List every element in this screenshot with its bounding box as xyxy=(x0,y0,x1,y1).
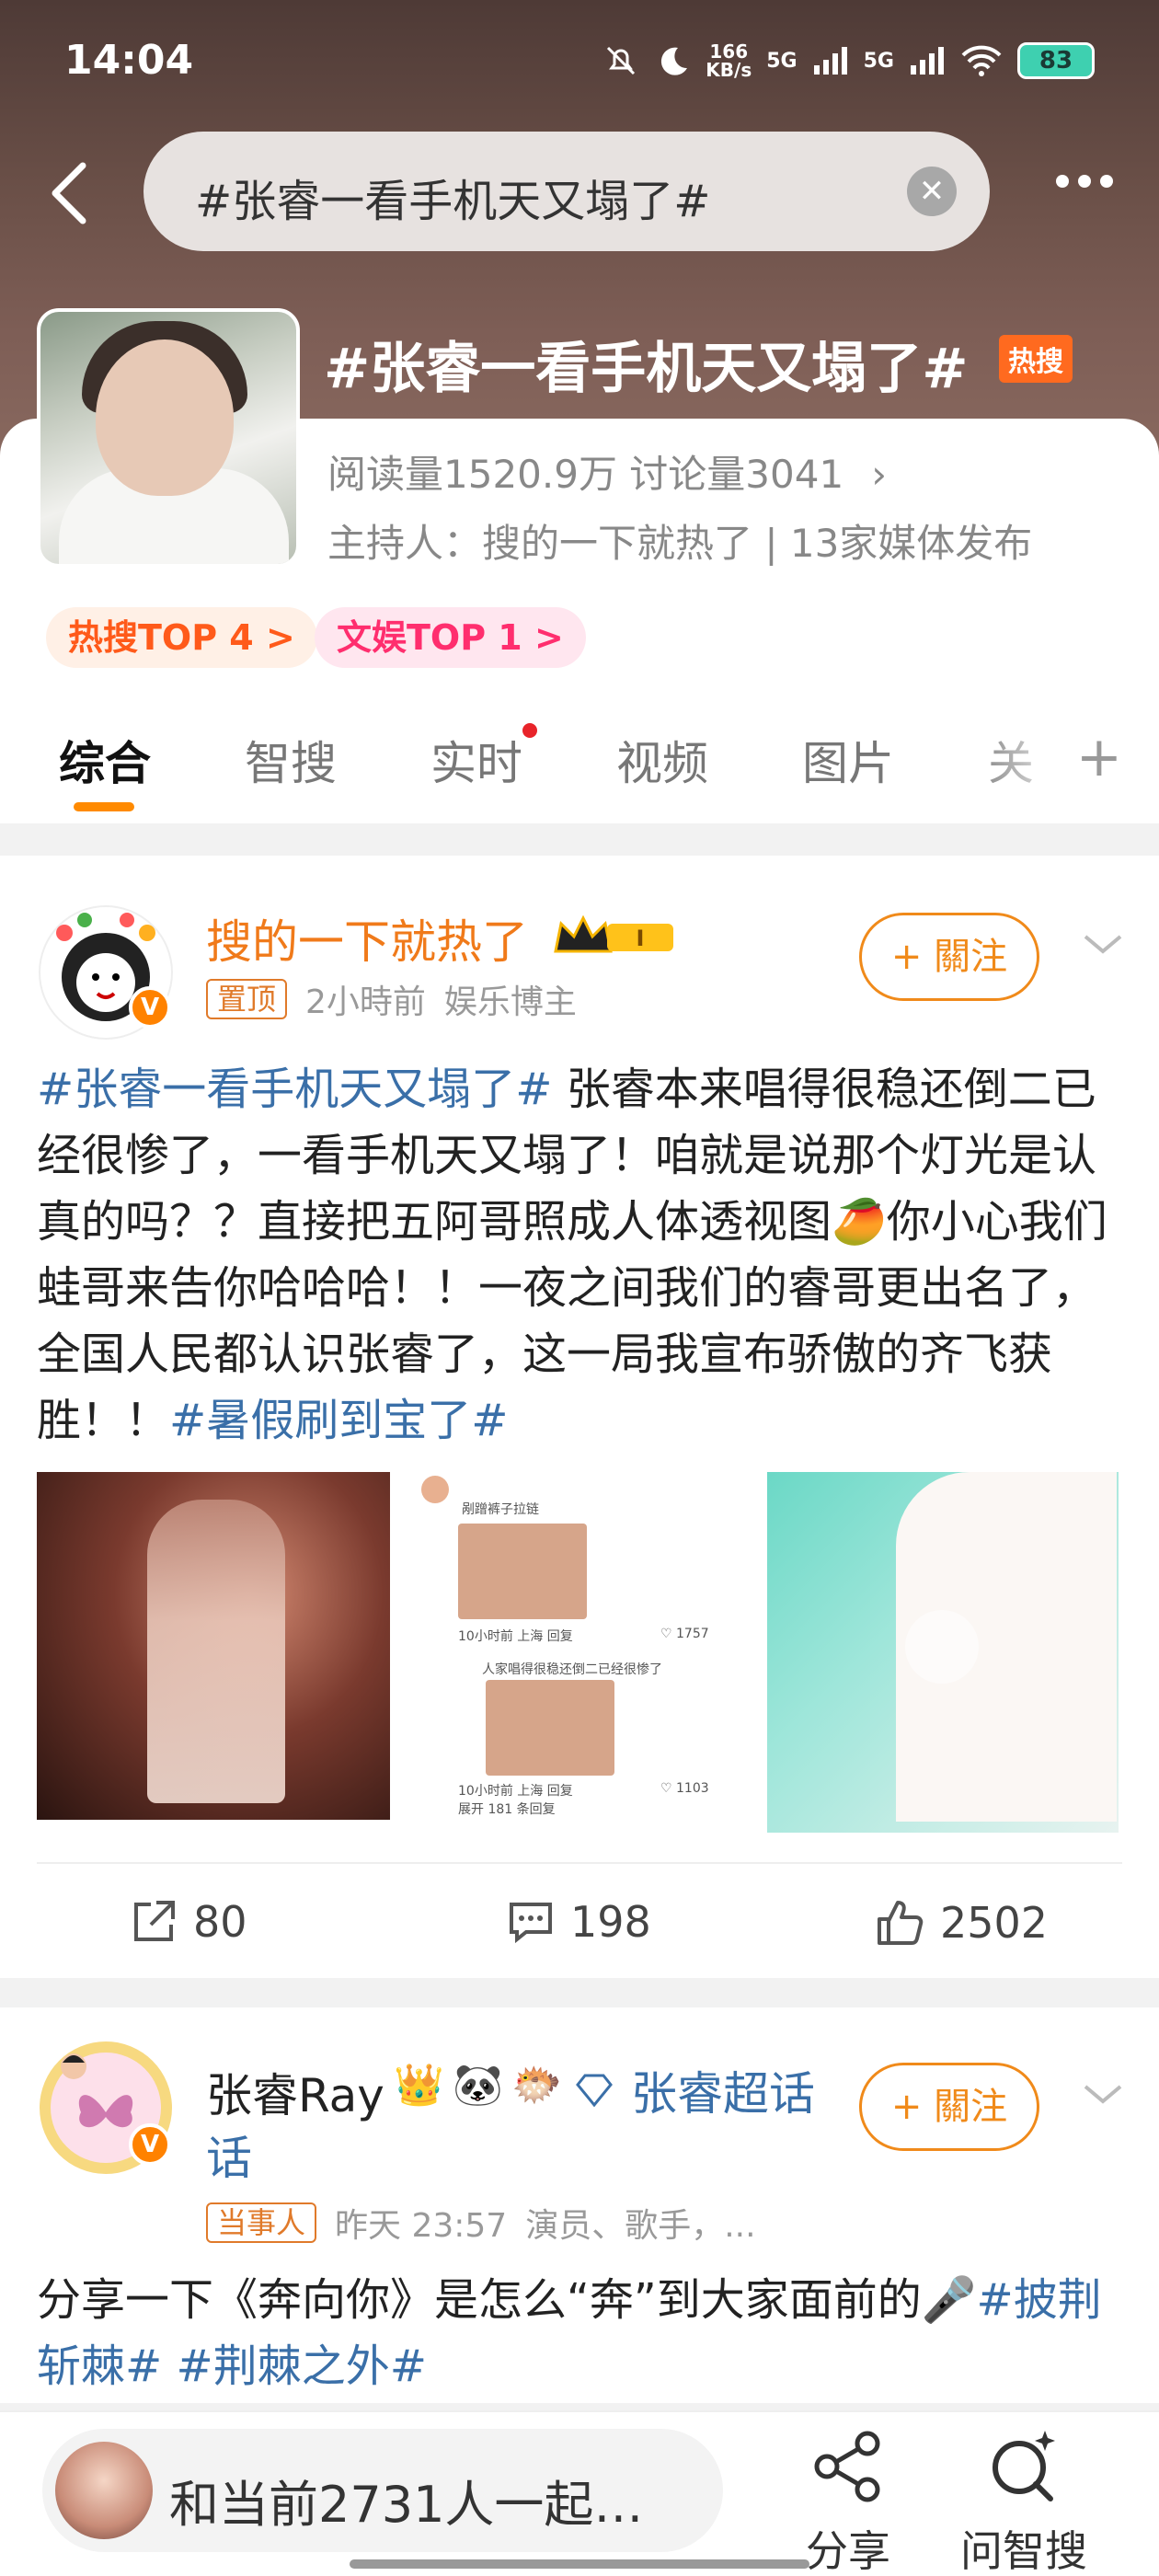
tab-images[interactable]: 图片 xyxy=(802,727,894,793)
super-topic-link[interactable]: 张睿超话 xyxy=(631,2057,815,2123)
more-icon[interactable] xyxy=(1056,175,1113,188)
post-image[interactable] xyxy=(37,1472,390,1820)
hashtag-link[interactable]: #张睿一看手机天又塌了# xyxy=(37,1064,552,1115)
chevron-down-icon[interactable] xyxy=(1080,920,1126,966)
moon-icon xyxy=(661,47,688,75)
fish-icon: 🐡 xyxy=(511,2062,562,2109)
hot-search-rank-chip[interactable]: 热搜TOP 4 > xyxy=(46,607,317,668)
new-dot xyxy=(522,723,537,738)
avatar xyxy=(55,2442,153,2539)
post-content: 分享一下《奔向你》是怎么“奔”到大家面前的🎤#披荆斩棘# #荆棘之外# xyxy=(37,2267,1122,2399)
net-speed: 166 KB/s xyxy=(706,40,752,81)
signal-5g-1: 5G xyxy=(766,49,798,73)
post-video[interactable] xyxy=(767,1472,1119,1833)
hot-badge: 热搜 xyxy=(999,335,1073,383)
add-tab-icon[interactable]: + xyxy=(1076,725,1122,789)
super-topic-link-wrap: 话 xyxy=(206,2132,252,2185)
post-card: V 搜的一下就热了 I 置顶 2小時前 娱乐博主 + 關注 #张睿一看手机天又塌… xyxy=(0,856,1159,1978)
signal-icon xyxy=(911,47,944,75)
share-nodes-icon xyxy=(814,2431,880,2502)
bottom-bar: 和当前2731人一起… 分享 问智搜 xyxy=(0,2410,1159,2576)
back-arrow-icon[interactable] xyxy=(42,156,98,230)
like-button[interactable]: 2502 xyxy=(874,1897,1048,1949)
post-meta: 当事人 昨天 23:57 演员、歌手，... xyxy=(206,2199,756,2247)
post-username[interactable]: 张睿Ray xyxy=(206,2059,384,2125)
vip-level-label: I xyxy=(637,926,645,951)
user-role: 娱乐博主 xyxy=(443,983,577,1021)
thumbs-up-icon xyxy=(878,1901,924,1945)
involved-party-tag: 当事人 xyxy=(206,2202,317,2243)
live-discussion-text: 和当前2731人一起… xyxy=(169,2476,644,2534)
search-bar[interactable]: #张睿一看手机天又塌了# ✕ xyxy=(143,132,990,251)
play-icon[interactable] xyxy=(905,1610,979,1684)
tab-general[interactable]: 综合 xyxy=(59,727,151,793)
wifi-icon xyxy=(961,45,1002,76)
hashtag-link[interactable]: #暑假刷到宝了# xyxy=(169,1395,508,1446)
share-icon xyxy=(134,1901,175,1941)
post-image-screenshot[interactable]: 剐蹭裤子拉链 10小时前 上海 回复 ♡ 1757 人家唱得很稳还倒二已经很惨了… xyxy=(421,1472,752,1820)
chevron-right-icon: › xyxy=(871,452,887,497)
tab-video[interactable]: 视频 xyxy=(616,727,708,793)
post-content: #张睿一看手机天又塌了# 张睿本来唱得很稳还倒二已经很惨了，一看手机天又塌了！咱… xyxy=(37,1056,1122,1454)
smart-search-icon xyxy=(993,2431,1055,2501)
verified-badge-icon: V xyxy=(129,2123,171,2166)
post-text: 分享一下《奔向你》是怎么“奔”到大家面前的🎤 xyxy=(37,2274,977,2326)
post-card: V 张睿Ray 👑 🐼 🐡 张睿超话 话 当事人 昨天 23:57 演员、歌手，… xyxy=(0,2007,1159,2403)
follow-button[interactable]: + 關注 xyxy=(859,2063,1039,2151)
signal-icon xyxy=(813,47,847,75)
crown-icon: 👑 xyxy=(394,2062,444,2109)
post-text: 张睿本来唱得很稳还倒二已经很惨了，一看手机天又塌了！咱就是说那个灯光是认真的吗？… xyxy=(37,1064,1107,1446)
post-actions: 80 198 2502 xyxy=(0,1868,1159,1978)
topic-stats[interactable]: 阅读量1520.9万 讨论量3041 › xyxy=(327,443,887,500)
topic-cover-image[interactable] xyxy=(37,308,300,568)
clear-icon[interactable]: ✕ xyxy=(907,167,957,216)
comment-button[interactable]: 198 xyxy=(506,1897,651,1947)
repost-button[interactable]: 80 xyxy=(129,1897,247,1947)
active-tab-indicator xyxy=(74,802,134,811)
topic-title: #张睿一看手机天又塌了# xyxy=(324,337,969,401)
hashtag-link[interactable]: #荆棘之外# xyxy=(177,2340,427,2392)
mute-icon xyxy=(607,46,636,75)
tab-smart-search[interactable]: 智搜 xyxy=(245,727,337,793)
comment-icon xyxy=(510,1903,552,1944)
status-bar: 14:04 166 KB/s 5G 5G 83 xyxy=(64,37,1095,92)
topic-tabs: 综合 智搜 实时 视频 图片 关 + xyxy=(0,718,1159,819)
post-time: 昨天 23:57 xyxy=(335,2207,508,2245)
super-topic-diamond-icon xyxy=(576,2074,613,2108)
share-button[interactable]: 分享 xyxy=(806,2425,890,2576)
verified-badge-icon: V xyxy=(129,986,171,1029)
entertainment-rank-chip[interactable]: 文娱TOP 1 > xyxy=(315,607,586,668)
pinned-tag: 置顶 xyxy=(206,979,288,1019)
panda-icon: 🐼 xyxy=(453,2062,503,2109)
topic-host: 主持人：搜的一下就热了 | 13家媒体发布 xyxy=(327,521,1033,566)
chevron-down-icon[interactable] xyxy=(1080,2070,1126,2116)
post-time: 2小時前 xyxy=(305,983,426,1021)
battery-indicator: 83 xyxy=(1017,42,1095,79)
post-meta: 置顶 2小時前 娱乐博主 xyxy=(206,975,577,1023)
search-input[interactable]: #张睿一看手机天又塌了# xyxy=(195,165,710,229)
ask-smart-search-button[interactable]: 问智搜 xyxy=(960,2425,1087,2576)
post-username[interactable]: 搜的一下就热了 xyxy=(206,905,528,972)
status-time: 14:04 xyxy=(64,37,194,84)
user-role: 演员、歌手，... xyxy=(525,2207,756,2245)
follow-button[interactable]: + 關注 xyxy=(859,913,1039,1001)
tab-realtime[interactable]: 实时 xyxy=(430,723,537,793)
signal-5g-2: 5G xyxy=(863,49,894,73)
live-discussion-button[interactable]: 和当前2731人一起… xyxy=(42,2429,723,2552)
home-indicator[interactable] xyxy=(350,2559,809,2569)
vip-crown-icon[interactable]: I xyxy=(552,911,677,962)
